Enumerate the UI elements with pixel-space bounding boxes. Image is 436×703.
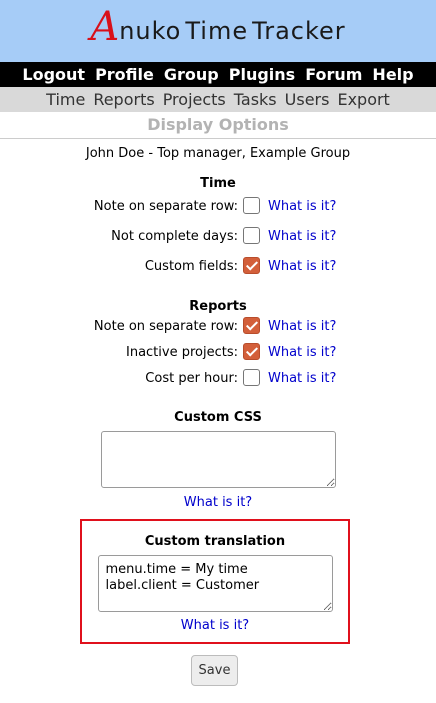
- logo-word-rest: nuko: [119, 17, 182, 45]
- custom-translation-textarea[interactable]: menu.time = My time label.client = Custo…: [97, 555, 333, 612]
- not-complete-days-checkbox[interactable]: [243, 227, 260, 244]
- submenu-tasks[interactable]: Tasks: [230, 90, 281, 109]
- option-label: Note on separate row:: [93, 319, 238, 334]
- menu-plugins[interactable]: Plugins: [224, 65, 300, 84]
- reports-note-row: Note on separate row: What is it?: [0, 312, 436, 338]
- cost-per-hour-checkbox[interactable]: [243, 369, 260, 386]
- time-options: Note on separate row: What is it? Not co…: [0, 192, 436, 282]
- help-link[interactable]: What is it?: [268, 371, 336, 386]
- custom-translation-help-link[interactable]: What is it?: [82, 618, 348, 633]
- logo-word-tracker: Tracker: [252, 17, 346, 45]
- reports-inactive-row: Inactive projects: What is it?: [0, 338, 436, 364]
- custom-css-title: Custom CSS: [174, 410, 262, 425]
- time-not-complete-row: Not complete days: What is it?: [0, 222, 436, 252]
- reports-note-checkbox[interactable]: [243, 317, 260, 334]
- help-link[interactable]: What is it?: [268, 319, 336, 334]
- submenu-users[interactable]: Users: [281, 90, 334, 109]
- time-custom-fields-row: Custom fields: What is it?: [0, 252, 436, 282]
- time-note-checkbox[interactable]: [243, 197, 260, 214]
- save-button[interactable]: Save: [191, 655, 238, 686]
- sub-menu: Time Reports Projects Tasks Users Export: [0, 87, 436, 112]
- help-link[interactable]: What is it?: [268, 259, 336, 274]
- inactive-projects-checkbox[interactable]: [243, 343, 260, 360]
- reports-options: Note on separate row: What is it? Inacti…: [0, 312, 436, 390]
- option-label: Custom fields:: [144, 259, 238, 274]
- time-note-row: Note on separate row: What is it?: [0, 192, 436, 222]
- page-title: Display Options: [0, 112, 436, 139]
- menu-logout[interactable]: Logout: [17, 65, 90, 84]
- option-label: Inactive projects:: [126, 345, 238, 360]
- user-info: John Doe - Top manager, Example Group: [85, 146, 351, 161]
- custom-translation-title: Custom translation: [144, 534, 286, 549]
- logo-letter: A: [90, 4, 121, 50]
- help-link[interactable]: What is it?: [268, 229, 336, 244]
- menu-help[interactable]: Help: [367, 65, 418, 84]
- menu-forum[interactable]: Forum: [300, 65, 367, 84]
- option-label: Cost per hour:: [145, 371, 238, 386]
- time-section-title: Time: [200, 176, 236, 191]
- help-link[interactable]: What is it?: [268, 199, 336, 214]
- app-banner: Anuko Time Tracker: [0, 0, 436, 62]
- submenu-reports[interactable]: Reports: [89, 90, 158, 109]
- help-link[interactable]: What is it?: [268, 345, 336, 360]
- top-menu: Logout Profile Group Plugins Forum Help: [0, 62, 436, 87]
- option-label: Not complete days:: [111, 229, 238, 244]
- logo-word-time: Time: [185, 17, 249, 45]
- menu-group[interactable]: Group: [159, 65, 224, 84]
- submenu-projects[interactable]: Projects: [159, 90, 230, 109]
- reports-cost-row: Cost per hour: What is it?: [0, 364, 436, 390]
- submenu-time[interactable]: Time: [42, 90, 89, 109]
- menu-profile[interactable]: Profile: [90, 65, 159, 84]
- custom-css-textarea[interactable]: [100, 431, 336, 488]
- option-label: Note on separate row:: [93, 199, 238, 214]
- submenu-export[interactable]: Export: [333, 90, 393, 109]
- custom-css-help-link[interactable]: What is it?: [0, 495, 436, 510]
- custom-translation-panel: Custom translation menu.time = My time l…: [80, 519, 350, 644]
- custom-fields-checkbox[interactable]: [243, 257, 260, 274]
